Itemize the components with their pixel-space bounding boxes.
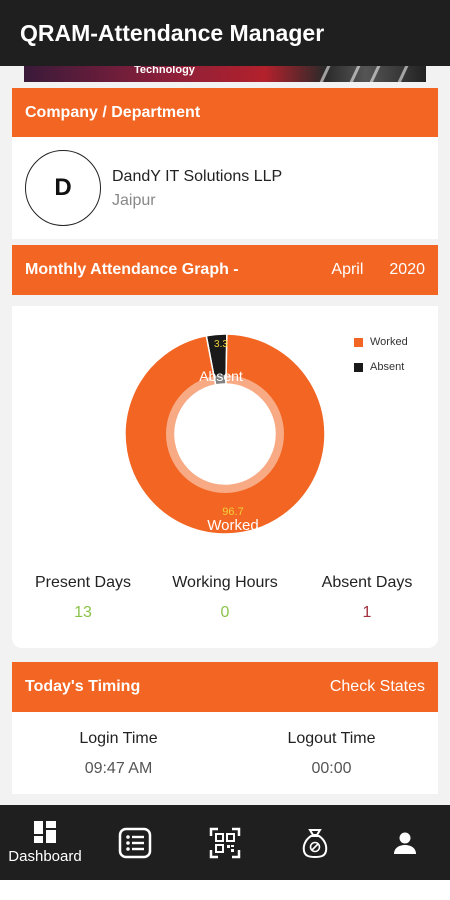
stat-working-hours: Working Hours 0 [154, 574, 296, 622]
app-title: QRAM-Attendance Manager [20, 19, 325, 46]
company-name: DandY IT Solutions LLP [112, 168, 283, 185]
stat-value: 1 [362, 604, 372, 621]
donut-inner-ring [166, 375, 284, 493]
absent-slice-label: Absent [199, 368, 243, 384]
stat-value: 13 [74, 604, 92, 621]
worked-slice-label: Worked [207, 517, 258, 534]
legend-label: Worked [370, 336, 408, 348]
attendance-stats: Present Days 13 Working Hours 0 Absent D… [12, 574, 438, 622]
legend-swatch-absent [354, 362, 363, 372]
company-header-label: Company / Department [25, 104, 201, 121]
attendance-graph-card: 3.3 Absent 96.7 Worked Worked Absent Presen… [12, 306, 438, 648]
company-section-header: Company / Department [12, 88, 438, 138]
timing-section-header: Today's Timing Check States [12, 662, 438, 712]
avatar: D [25, 150, 101, 226]
timing-header-label: Today's Timing [25, 678, 141, 695]
stat-absent-days: Absent Days 1 [296, 574, 438, 622]
stat-label: Absent Days [321, 574, 413, 591]
money-bag-icon [302, 828, 328, 858]
nav-dashboard-label: Dashboard [8, 848, 82, 865]
stat-value: 0 [220, 604, 230, 621]
absent-value-label: 3.3 [214, 339, 228, 350]
stat-label: Working Hours [172, 574, 278, 591]
login-time-value: 09:47 AM [84, 760, 153, 777]
graph-section-header: Monthly Attendance Graph - April 2020 [12, 245, 438, 295]
app-bar: QRAM-Attendance Manager [0, 0, 450, 66]
system-bottom-strip [0, 880, 450, 900]
stat-label: Present Days [34, 574, 132, 591]
legend-item-absent: Absent [354, 361, 408, 373]
qr-code-icon [209, 827, 241, 858]
dashboard-icon [34, 821, 56, 843]
login-time-block: Login Time 09:47 AM [12, 730, 225, 778]
nav-expenses[interactable] [270, 805, 360, 880]
nav-dashboard[interactable]: Dashboard [0, 805, 90, 880]
company-city: Jaipur [112, 192, 156, 209]
graph-month[interactable]: April [331, 261, 363, 279]
nav-list[interactable] [90, 805, 180, 880]
logout-time-block: Logout Time 00:00 [225, 730, 438, 778]
logout-time-label: Logout Time [287, 730, 376, 747]
graph-header-label: Monthly Attendance Graph - [25, 261, 239, 278]
nav-profile[interactable] [360, 805, 450, 880]
legend-item-worked: Worked [354, 336, 408, 348]
list-icon [118, 827, 152, 858]
timing-card: Login Time 09:47 AM Logout Time 00:00 [12, 712, 438, 794]
legend-label: Absent [370, 361, 405, 373]
login-time-label: Login Time [79, 730, 158, 747]
legend-swatch-worked [354, 337, 363, 347]
bottom-navigation: Dashboard [0, 805, 450, 880]
stat-present-days: Present Days 13 [12, 574, 154, 622]
graph-year[interactable]: 2020 [389, 261, 425, 279]
person-icon [394, 832, 416, 854]
logout-time-value: 00:00 [311, 760, 352, 777]
check-states-button[interactable]: Check States [330, 678, 425, 696]
nav-qr-scan[interactable] [180, 805, 270, 880]
company-card: D DandY IT Solutions LLP Jaipur [12, 137, 438, 239]
chart-legend: Worked Absent [354, 336, 408, 386]
